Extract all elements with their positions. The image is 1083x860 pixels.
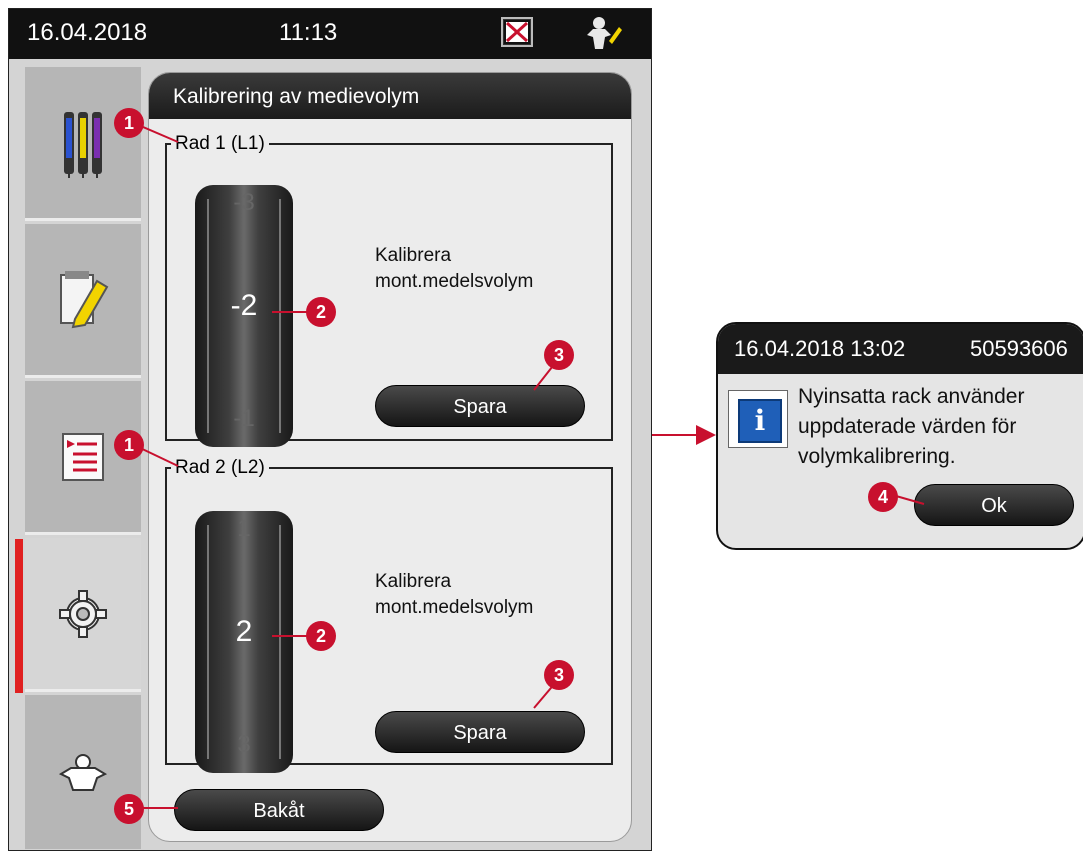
status-time: 11:13 [279,19,338,46]
row-2-save-button[interactable]: Spara [375,711,585,753]
info-dialog: 16.04.2018 13:02 50593606 i Nyinsatta ra… [716,322,1083,550]
calibration-panel: Kalibrering av medievolym Rad 1 (L1) -3 … [148,72,632,842]
report-list-icon [62,432,104,481]
dialog-datetime: 16.04.2018 13:02 [734,336,906,361]
reagent-bottles-icon [64,111,102,178]
row-2-legend: Rad 2 (L2) [175,457,265,478]
row-1-legend: Rad 1 (L1) [175,133,265,154]
row-1-volume-roller[interactable]: -3 -2 -1 [195,185,293,447]
sidebar-item-reagents[interactable] [25,67,141,221]
ok-button[interactable]: Ok [914,484,1074,526]
info-icon: i [728,390,788,448]
callout-badge-3: 3 [544,660,574,690]
callout-badge-5: 5 [114,794,144,824]
roller-prev-value: 1 [237,515,251,542]
dialog-message-id: 50593606 [970,336,1068,361]
supervisor-user-icon[interactable] [583,15,623,51]
callout-badge-2: 2 [306,621,336,651]
dialog-header: 16.04.2018 13:02 50593606 [718,324,1083,374]
page-title: Kalibrering av medievolym [149,73,631,119]
edit-program-icon [60,270,109,328]
status-bar: 16.04.2018 11:13 [9,9,651,59]
roller-current-value: -2 [230,289,258,322]
callout-badge-1: 1 [114,430,144,460]
callout-badge-3: 3 [544,340,574,370]
dialog-message: Nyinsatta rack använder uppdaterade värd… [798,385,1025,468]
callout-badge-4: 4 [868,482,898,512]
instrument-screen: 16.04.2018 11:13 Kalibrering av medievol… [8,8,652,851]
error-status-icon[interactable] [501,17,533,47]
status-date: 16.04.2018 [27,19,148,46]
row-2-volume-roller[interactable]: 1 2 3 [195,511,293,773]
user-icon [58,754,108,791]
settings-gear-icon [59,589,107,638]
sidebar-item-programs[interactable] [25,224,141,378]
roller-prev-value: -3 [233,189,255,216]
row-2-calibrate-label: Kalibrera mont.medelsvolym [375,571,534,618]
callout-badge-1: 1 [114,108,144,138]
back-button[interactable]: Bakåt [174,789,384,831]
row-1-calibrate-label: Kalibrera mont.medelsvolym [375,245,534,292]
callout-badge-2: 2 [306,297,336,327]
sidebar-item-settings[interactable] [25,538,141,692]
sidebar-item-user[interactable] [25,695,141,849]
row-1-save-button[interactable]: Spara [375,385,585,427]
active-tab-indicator [15,539,23,693]
roller-current-value: 2 [235,615,253,648]
roller-next-value: 3 [237,731,251,758]
roller-next-value: -1 [233,405,255,432]
